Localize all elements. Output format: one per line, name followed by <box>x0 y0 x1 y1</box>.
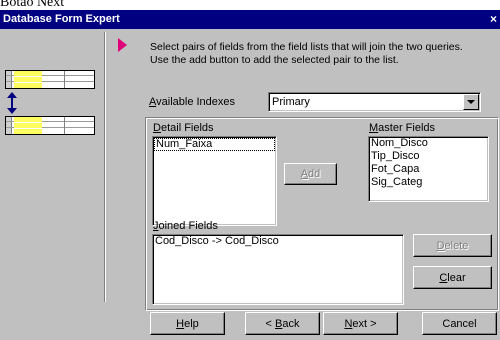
clear-button[interactable]: Clear <box>413 266 492 289</box>
joined-fields-list[interactable]: Cod_Disco -> Cod_Disco <box>152 234 404 305</box>
master-table-graphic <box>5 116 95 135</box>
master-field-item[interactable]: Tip_Disco <box>369 150 488 163</box>
master-field-item[interactable]: Nom_Disco <box>369 137 488 150</box>
master-fields-label: Master Fields <box>369 122 436 134</box>
add-button[interactable]: Add <box>284 163 337 185</box>
available-indexes-select[interactable]: Primary <box>268 92 481 112</box>
chevron-down-icon[interactable] <box>463 94 479 110</box>
master-fields-list[interactable]: Nom_Disco Tip_Disco Fot_Capa Sig_Categ <box>368 136 489 202</box>
close-icon[interactable]: × <box>487 13 500 26</box>
master-field-item[interactable]: Fot_Capa <box>369 163 488 176</box>
joined-fields-label: Joined Fields <box>153 220 218 232</box>
back-button[interactable]: < Back <box>245 312 320 335</box>
detail-table-graphic <box>5 70 95 89</box>
left-divider <box>104 32 106 302</box>
cancel-button[interactable]: Cancel <box>422 312 497 335</box>
next-button[interactable]: Next > <box>323 312 398 335</box>
master-field-item[interactable]: Sig_Categ <box>369 176 488 189</box>
help-button[interactable]: Help <box>150 312 225 335</box>
title-bar: Database Form Expert × <box>0 10 500 29</box>
pointer-arrow-icon <box>118 38 127 52</box>
window-title: Database Form Expert <box>3 13 120 25</box>
caption-text: Botão Next <box>0 0 65 10</box>
joined-field-item[interactable]: Cod_Disco -> Cod_Disco <box>153 235 403 248</box>
instructions-text: Select pairs of fields from the field li… <box>150 41 463 66</box>
available-indexes-label: Available Indexes <box>149 96 236 108</box>
dialog-window: Database Form Expert × Select pairs of f… <box>0 10 500 340</box>
delete-button[interactable]: Delete <box>413 234 492 257</box>
detail-fields-list[interactable]: Num_Faixa <box>152 136 277 226</box>
available-indexes-value: Primary <box>272 96 310 108</box>
detail-fields-label: Detail Fields <box>153 122 214 134</box>
join-arrow-icon <box>7 92 17 114</box>
detail-field-item[interactable]: Num_Faixa <box>154 138 275 151</box>
